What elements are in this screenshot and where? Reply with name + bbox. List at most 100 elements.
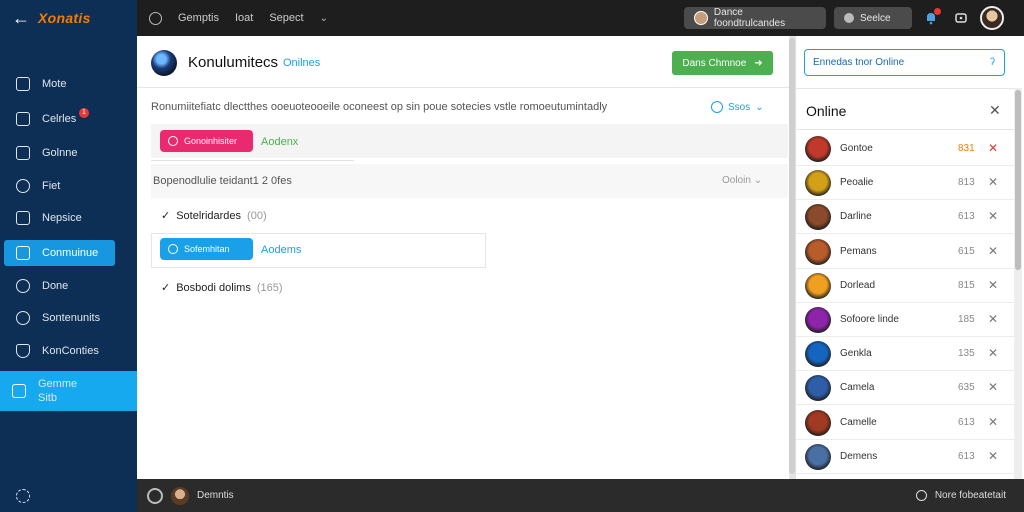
window-icon[interactable] (950, 7, 972, 29)
sidebar-item-fiet[interactable]: Fiet (4, 173, 115, 199)
member-row[interactable]: Peoalie 813 ✕ (796, 166, 1014, 201)
sidebar-item-mote[interactable]: Mote (4, 71, 115, 97)
tag-link[interactable]: Aodems (261, 244, 301, 256)
avatar[interactable] (805, 136, 831, 162)
member-row[interactable]: Darline 613 ✕ (796, 200, 1014, 235)
avatar[interactable] (171, 486, 189, 505)
brand: ← Xonatis (0, 0, 137, 36)
member-row[interactable]: Camelle 613 ✕ (796, 406, 1014, 440)
group-header-1[interactable]: ✓ Sotelridardes (00) (161, 209, 267, 223)
sidebar-item-sontenunits[interactable]: Sontenunits (4, 305, 115, 331)
bottom-right[interactable]: Nore fobeatetait (915, 479, 1006, 512)
community-avatar[interactable] (151, 50, 177, 76)
panel-scrollbar[interactable] (1014, 88, 1022, 479)
online-button[interactable]: Ennedas tnor Online ʔ (804, 49, 1005, 76)
member-row[interactable]: Demens 613 ✕ (796, 440, 1014, 474)
action-button[interactable]: Dans Chmnoe ➜ (672, 51, 773, 75)
topnav-item-1[interactable]: Gemptis (178, 12, 219, 24)
close-icon[interactable]: ✕ (988, 312, 998, 326)
chevron-down-icon[interactable]: ⌄ (320, 13, 328, 24)
avatar[interactable] (805, 272, 831, 299)
avatar[interactable] (805, 170, 831, 197)
person-icon (844, 13, 854, 23)
check-icon: ✓ (161, 282, 171, 294)
sidebar-item-conmuinue[interactable]: Conmuinue (4, 240, 115, 266)
main-content: Konulumitecs Onilnes Dans Chmnoe ➜ Ronum… (137, 36, 789, 479)
status-circle-icon[interactable] (149, 11, 162, 25)
app-logo[interactable]: Xonatis (38, 10, 91, 26)
tag-link[interactable]: Aodenx (261, 136, 298, 148)
sidebar-item-konconties[interactable]: KonConties (4, 338, 115, 364)
member-count: 613 (958, 416, 975, 428)
status-circle-icon (915, 490, 927, 501)
avatar[interactable] (805, 238, 831, 265)
close-icon[interactable]: ✕ (988, 244, 998, 258)
main-header: Konulumitecs Onilnes Dans Chmnoe ➜ (137, 36, 789, 88)
member-count: 135 (958, 348, 975, 360)
account-pill[interactable]: Dance foondtrulcandes (684, 7, 826, 29)
online-panel: Ennedas tnor Online ʔ Online ✕ Gontoe 831… (795, 36, 1024, 479)
back-arrow-icon[interactable]: ← (12, 8, 30, 29)
sidebar-item-gemme-sitb[interactable]: Gemme Sitb (0, 371, 137, 411)
user-avatar[interactable] (980, 6, 1004, 30)
close-icon[interactable]: ✕ (988, 278, 998, 292)
sidebar-item-label: Celrles (42, 113, 77, 125)
sidebar-item-label: Sontenunits (42, 312, 101, 324)
bottom-bar: Demntis Nore fobeatetait (0, 479, 1024, 512)
tag-icon (168, 244, 178, 254)
sort-dropdown[interactable]: Ssos ⌄ (711, 101, 764, 113)
sidebar-item-nepsice[interactable]: Nepsice (4, 205, 115, 231)
tag-chip-blue[interactable]: Sofemhitan (160, 238, 253, 260)
sidebar-item-celrles[interactable]: Celrles 1 (4, 106, 115, 132)
gear-icon[interactable] (147, 487, 163, 504)
avatar[interactable] (805, 307, 831, 333)
member-name: Sofoore linde (840, 314, 899, 325)
avatar[interactable] (805, 443, 831, 470)
panel-header: Online ✕ (796, 88, 1014, 130)
close-icon[interactable]: ✕ (988, 380, 998, 394)
folder-icon (16, 246, 30, 260)
member-name: Darline (840, 211, 872, 223)
sidebar-item-golnne[interactable]: Golnne (4, 140, 115, 166)
tag-icon (168, 136, 178, 146)
disc-icon (16, 179, 30, 193)
close-icon[interactable]: ✕ (988, 175, 998, 189)
member-name: Genkla (840, 348, 872, 360)
avatar[interactable] (805, 341, 831, 368)
loader-icon[interactable] (16, 488, 30, 503)
account-pill-label: Dance foondtrulcandes (713, 7, 786, 29)
sidebar-item-done[interactable]: Done (4, 273, 115, 299)
calendar-icon (16, 146, 30, 160)
member-row[interactable]: Gontoe 831 ✕ (796, 132, 1014, 166)
scrollbar-thumb[interactable] (1015, 90, 1021, 270)
close-icon[interactable]: ✕ (988, 449, 998, 463)
close-icon[interactable]: ✕ (988, 141, 998, 155)
close-icon[interactable]: ✕ (989, 102, 1001, 119)
close-icon[interactable]: ✕ (988, 209, 998, 223)
tag-label: Gonoinhisiter (184, 136, 238, 146)
bell-icon[interactable] (920, 7, 942, 29)
group-count: (165) (256, 281, 283, 294)
member-row[interactable]: Dorlead 815 ✕ (796, 269, 1014, 303)
sidebar-item-label: Gemme Sitb (38, 377, 77, 405)
close-icon[interactable]: ✕ (988, 346, 998, 360)
arrow-right-icon: ➜ (754, 57, 763, 69)
topnav-item-3[interactable]: Sepect (269, 12, 303, 24)
topnav-item-2[interactable]: Ioat (235, 12, 253, 24)
count-badge: 1 (79, 108, 89, 118)
avatar[interactable] (805, 375, 831, 402)
member-row[interactable]: Camela 635 ✕ (796, 371, 1014, 406)
member-row[interactable]: Pemans 615 ✕ (796, 235, 1014, 269)
search-pill[interactable]: Seelce (834, 7, 912, 29)
member-row[interactable]: Genkla 135 ✕ (796, 337, 1014, 372)
avatar[interactable] (805, 204, 831, 231)
member-row[interactable]: Sofoore linde 185 ✕ (796, 303, 1014, 337)
group-header-2[interactable]: ✓ Bosbodi dolims (165) (161, 281, 283, 295)
sidebar-big-line2: Sitb (38, 392, 57, 404)
tag-chip-pink[interactable]: Gonoinhisiter (160, 130, 253, 152)
member-name: Demens (840, 450, 878, 462)
avatar[interactable] (805, 409, 831, 436)
section-filter[interactable]: Ooloin ⌄ (722, 175, 762, 186)
close-icon[interactable]: ✕ (988, 415, 998, 429)
info-icon: ʔ (990, 57, 995, 68)
